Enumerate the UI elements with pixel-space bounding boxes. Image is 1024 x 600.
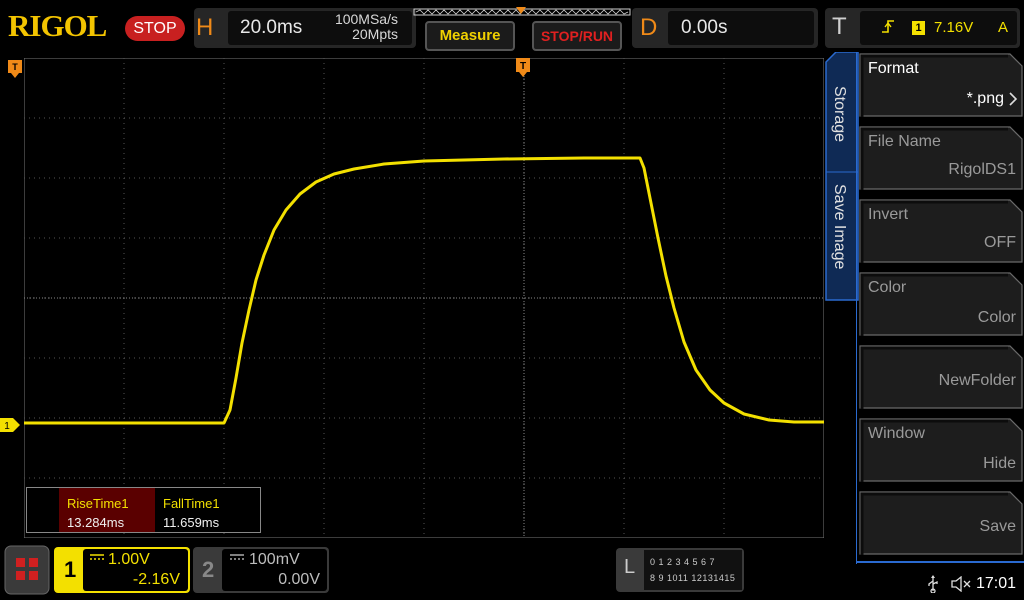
softkey-menu: Format *.png File Name RigolDS1 Invert O… [856, 52, 1024, 564]
memory-depth: 20Mpts [352, 26, 398, 42]
trigger-mode: A [998, 19, 1009, 36]
run-state-badge[interactable]: STOP [125, 16, 185, 41]
softkey-value: OFF [984, 234, 1016, 251]
memory-position-bar [413, 7, 631, 16]
softkey-label: Color [868, 279, 907, 296]
trigger-source-badge: 1 [912, 21, 925, 35]
softkey-label: File Name [868, 133, 941, 150]
trigger-level: 7.16V [934, 19, 974, 36]
clock-time: 17:01 [976, 575, 1017, 592]
dc-coupling-icon [230, 554, 244, 560]
waveform-display[interactable] [24, 58, 824, 538]
sample-rate: 100MSa/s [334, 11, 398, 27]
stop-run-button[interactable]: STOP/RUN [532, 21, 622, 51]
tab-storage[interactable]: Storage [828, 56, 858, 166]
logic-row-high: 8 9 1011 12131415 [650, 573, 736, 583]
logic-row-low: 0 1 2 3 4 5 6 7 [650, 557, 716, 567]
softkey-label: Format [868, 60, 919, 77]
ch1-number: 1 [64, 557, 77, 582]
softkey-value: Save [979, 518, 1016, 535]
softkey-value: NewFolder [938, 372, 1016, 389]
mute-icon[interactable] [950, 576, 972, 592]
trigger-position-marker[interactable]: T [516, 58, 530, 78]
softkey-save[interactable]: Save [860, 492, 1022, 554]
trigger-label: T [832, 13, 847, 40]
measurement-risetime[interactable]: RiseTime1 13.284ms [59, 488, 155, 532]
ch1-scale: 1.00V [108, 551, 150, 568]
softkey-value: Color [977, 309, 1016, 326]
main-menu-button[interactable] [4, 545, 50, 595]
softkey-value: *.png [966, 90, 1004, 107]
ch2-offset: 0.00V [278, 571, 320, 588]
softkey-invert[interactable]: Invert OFF [860, 200, 1022, 262]
measurement-name: FallTime1 [163, 496, 220, 511]
measurement-panel: RiseTime1 13.284ms FallTime1 11.659ms [26, 487, 261, 533]
trigger-level-marker[interactable]: T [8, 60, 22, 78]
acquisition-info: 100MSa/s 20Mpts [318, 12, 398, 42]
softkey-format[interactable]: Format *.png [860, 54, 1022, 116]
softkey-value: Hide [983, 455, 1016, 472]
softkey-label: Invert [868, 206, 909, 223]
softkey-window[interactable]: Window Hide [860, 419, 1022, 481]
softkey-new-folder[interactable]: NewFolder [860, 346, 1022, 408]
delay-value: 0.00s [681, 17, 728, 38]
rigol-logo: RIGOL [8, 8, 107, 43]
dc-coupling-icon [90, 554, 104, 560]
chevron-right-icon [1009, 92, 1018, 106]
softkey-label: Window [868, 425, 925, 442]
tab-save-image-label: Save Image [831, 184, 848, 270]
tab-storage-label: Storage [831, 86, 848, 143]
measurement-falltime[interactable]: FallTime1 11.659ms [155, 488, 259, 532]
measurement-value: 11.659ms [163, 515, 220, 530]
horizontal-label: H [196, 14, 214, 41]
softkey-file-name[interactable]: File Name RigolDS1 [860, 127, 1022, 189]
logic-label: L [624, 556, 636, 578]
measurement-value: 13.284ms [67, 515, 125, 530]
usb-icon [928, 575, 938, 593]
softkey-color[interactable]: Color Color [860, 273, 1022, 335]
ch1-offset-marker[interactable]: 1 [0, 418, 20, 432]
svg-text:T: T [12, 62, 18, 72]
ch2-scale: 100mV [249, 551, 300, 568]
timebase-value: 20.0ms [240, 17, 303, 38]
ch2-number: 2 [202, 557, 215, 582]
tab-save-image[interactable]: Save Image [828, 176, 858, 296]
measurement-name: RiseTime1 [67, 496, 129, 511]
measure-button[interactable]: Measure [425, 21, 515, 51]
rising-edge-icon [882, 20, 894, 33]
softkey-value: RigolDS1 [948, 161, 1016, 178]
ch1-marker-label: 1 [4, 421, 10, 432]
svg-text:T: T [520, 61, 526, 72]
ch1-offset: -2.16V [132, 571, 180, 588]
delay-label: D [640, 14, 658, 41]
logic-channels-box [644, 550, 742, 590]
